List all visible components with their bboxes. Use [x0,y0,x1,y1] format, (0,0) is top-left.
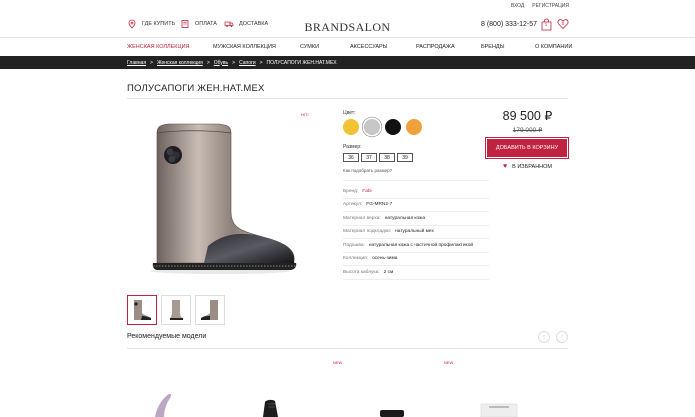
spec-row-lining-material: Материал подкладки: натуральный мех [343,226,489,239]
breadcrumb-shoes[interactable]: Обувь [214,60,228,66]
site-header: ГДЕ КУПИТЬ ОПЛАТА ДОСТАВКА BRANDSALON 8 … [0,12,695,38]
top-utility-bar: ВХОД РЕГИСТРАЦИЯ [0,0,695,10]
spec-value: FG-MRN2-7 [366,202,393,208]
size-selector: 36 37 38 39 [343,153,413,162]
nav-item-men[interactable]: МУЖСКАЯ КОЛЛЕКЦИЯ [213,44,276,50]
size-label: Размер: [343,144,362,150]
spec-key: Артикул: [343,202,363,208]
thumbnail-strip [127,295,225,325]
site-logo[interactable]: BRANDSALON [0,20,695,35]
phone-number[interactable]: 8 (800) 333-12-57 [481,21,537,28]
thumbnail[interactable] [195,295,225,325]
color-label: Цвет: [343,110,356,116]
spec-key: Бренд: [343,188,359,194]
favorite-label: В ИЗБРАННОМ [512,163,553,170]
spec-value: натуральный мех [395,229,434,235]
spec-key: Материал подкладки: [343,229,392,235]
recommended-divider [127,348,568,349]
breadcrumb-women[interactable]: Женская коллекция [157,60,203,66]
login-link[interactable]: ВХОД [511,3,524,9]
boot-thumbnail-image [134,300,151,320]
add-to-cart-button[interactable]: ДОБАВИТЬ В КОРЗИНУ [485,137,569,159]
spec-key: Высота каблука: [343,269,380,275]
spec-value: натуральная кожа с частичной профилактик… [368,242,474,248]
color-swatch[interactable] [364,119,380,135]
spec-row-collection: Коллекция: осень-зима [343,253,489,266]
breadcrumb-separator: > [206,59,210,66]
cart-button[interactable]: 1 [540,17,552,31]
spec-key: Подошва: [343,242,365,248]
specs-divider [343,180,489,181]
size-option[interactable]: 36 [343,153,359,162]
breadcrumb-separator: > [232,59,236,66]
spec-value: натуральная кожа [384,215,426,221]
spec-row-article: Артикул: FG-MRN2-7 [343,199,489,212]
boot-thumbnail-image [169,300,183,320]
page-title: ПОЛУСАПОГИ ЖЕН.НАТ.МЕХ [127,83,265,94]
nav-item-brands[interactable]: БРЕНДЫ [481,44,505,50]
current-price: 89 500 ₽ [502,109,553,123]
register-link[interactable]: РЕГИСТРАЦИЯ [532,3,569,9]
recommended-product-image[interactable] [258,398,288,417]
breadcrumb: Главная > Женская коллекция > Обувь > Са… [0,56,695,69]
product-specs: Бренд: Fabi Артикул: FG-MRN2-7 Материал … [343,185,489,280]
hit-badge: HIT! [301,112,309,117]
arrow-left-icon: ‹ [543,334,545,340]
arrow-right-icon: › [561,334,563,340]
spec-value: 2 см [383,269,394,275]
breadcrumb-current: ПОЛУСАПОГИ ЖЕН.НАТ.МЕХ [266,59,337,66]
carousel-prev-button[interactable]: ‹ [538,331,550,343]
thumbnail[interactable] [161,295,191,325]
main-nav: ЖЕНСКАЯ КОЛЛЕКЦИЯ МУЖСКАЯ КОЛЛЕКЦИЯ СУМК… [0,38,695,55]
nav-item-bags[interactable]: СУМКИ [300,44,319,50]
cart-count: 1 [544,22,548,27]
product-main-image[interactable] [148,120,300,275]
nav-item-accessories[interactable]: АКСЕССУАРЫ [350,44,388,50]
breadcrumb-separator: > [259,59,263,66]
spec-row-sole: Подошва: натуральная кожа с частичной пр… [343,239,489,253]
nav-item-sale[interactable]: РАСПРОДАЖА [416,44,455,50]
new-badge: NEW [444,360,454,365]
nav-item-about[interactable]: О КОМПАНИИ [535,44,572,50]
brand-link[interactable]: Fabi [362,189,371,194]
thumbnail[interactable] [127,295,157,325]
wishlist-button[interactable]: 0 [557,17,569,31]
favorite-toggle[interactable]: ♥ В ИЗБРАННОМ [503,163,552,170]
old-price: 179 000 ₽ [512,127,543,134]
wishlist-count: 0 [561,20,565,26]
recommended-title: Рекомендуемые модели [127,333,207,340]
breadcrumb-home[interactable]: Главная [127,60,146,66]
color-swatch[interactable] [343,119,359,135]
size-guide-link[interactable]: Как подобрать размер? [343,168,392,173]
color-swatch[interactable] [385,119,401,135]
spec-value: осень-зима [372,256,398,262]
heart-icon: ♥ [503,163,508,170]
size-option[interactable]: 38 [379,153,395,162]
title-divider [127,98,568,99]
spec-row-heel-height: Высота каблука: 2 см [343,266,489,280]
spec-key: Материал верха: [343,215,381,221]
boot-thumbnail-image [201,300,218,320]
carousel-next-button[interactable]: › [556,331,568,343]
recommended-product-image[interactable] [372,407,412,417]
spec-row-upper-material: Материал верха: натуральная кожа [343,212,489,226]
color-swatch[interactable] [406,119,422,135]
spec-key: Коллекция: [343,256,369,262]
auth-links: ВХОД РЕГИСТРАЦИЯ [511,3,569,9]
nav-item-women[interactable]: ЖЕНСКАЯ КОЛЛЕКЦИЯ [127,44,190,50]
size-option[interactable]: 37 [361,153,377,162]
color-swatches [343,119,422,135]
recommended-product-image[interactable] [145,392,185,417]
breadcrumb-boots[interactable]: Сапоги [239,60,256,66]
breadcrumb-separator: > [150,59,153,66]
recommended-product-image[interactable] [479,402,519,417]
size-option[interactable]: 39 [397,153,413,162]
spec-row-brand: Бренд: Fabi [343,185,489,199]
new-badge: NEW [333,360,343,365]
